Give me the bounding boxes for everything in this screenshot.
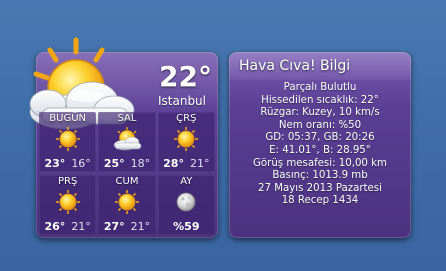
gregorian-date-text: 27 Mayıs 2013 Pazartesi <box>258 182 382 194</box>
forecast-low: 21° <box>71 220 91 233</box>
forecast-high: 23° <box>44 157 66 170</box>
coordinates-text: E: 41.01°, B: 28.95° <box>269 144 371 156</box>
forecast-grid: BUGÜN 23° 16° SAL 25° 18° ÇRŞ 28° 21° PR… <box>39 112 215 235</box>
moon-value: %59 <box>173 220 200 233</box>
moon-icon <box>173 189 199 219</box>
moon-illumination: %59 <box>158 220 215 233</box>
sun-icon <box>55 126 81 156</box>
forecast-high: 25° <box>103 157 125 170</box>
sunrise-sunset-text: GD: 05:37, GB: 20:26 <box>265 132 375 144</box>
forecast-temps: 28° 21° <box>158 157 215 170</box>
forecast-high: 27° <box>103 220 125 233</box>
hijri-date-text: 18 Recep 1434 <box>281 195 359 207</box>
humidity-text: Nem oranı: %50 <box>278 119 362 131</box>
sun-icon <box>55 189 81 219</box>
sun-icon <box>173 126 199 156</box>
city-name: Istanbul <box>157 94 206 108</box>
feels-like-text: Hissedilen sıcaklık: 22° <box>261 94 379 106</box>
wind-text: Rüzgar: Kuzey, 10 km/s <box>260 107 380 119</box>
forecast-day: ÇRŞ 28° 21° <box>157 112 215 172</box>
forecast-day-label: SAL <box>117 113 137 124</box>
info-title: Hava Cıva! Bilgi <box>239 58 351 74</box>
condition-text: Parçalı Bulutlu <box>283 82 357 93</box>
forecast-temps: 26° 21° <box>39 220 96 233</box>
forecast-day-label: PRŞ <box>58 176 78 187</box>
visibility-text: Görüş mesafesi: 10,00 km <box>253 157 387 169</box>
current-temperature: 22° <box>159 60 212 93</box>
forecast-day: PRŞ 26° 21° <box>39 175 97 235</box>
moon-label: AY <box>180 176 193 187</box>
moon-phase: AY %59 <box>157 175 215 235</box>
forecast-low: 21° <box>189 157 210 170</box>
forecast-high: 26° <box>44 220 66 233</box>
forecast-low: 16° <box>71 157 91 170</box>
forecast-low: 21° <box>130 220 151 233</box>
sun-behind-cloud-icon <box>110 126 144 156</box>
forecast-day: CUM 27° 21° <box>98 175 156 235</box>
forecast-high: 28° <box>163 157 184 170</box>
forecast-temps: 23° 16° <box>39 157 96 170</box>
forecast-temps: 27° 21° <box>98 220 155 233</box>
pressure-text: Basınç: 1013.9 mb <box>272 170 368 182</box>
weather-widget[interactable]: 22° Istanbul BUGÜN 23° 16° SAL 25° 18° Ç… <box>29 37 218 238</box>
info-widget[interactable]: Hava Cıva! Bilgi Parçalı Bulutlu Hissedi… <box>229 52 411 238</box>
info-lines: Parçalı Bulutlu Hissedilen sıcaklık: 22°… <box>229 82 411 208</box>
forecast-day-label: CUM <box>115 176 139 187</box>
forecast-day-label: BUGÜN <box>49 113 87 124</box>
forecast-day: BUGÜN 23° 16° <box>39 112 97 172</box>
desktop: { "weather_widget": { "current_temp": "2… <box>0 0 446 271</box>
sun-icon <box>114 189 140 219</box>
forecast-temps: 25° 18° <box>98 157 155 170</box>
forecast-low: 18° <box>130 157 151 170</box>
forecast-day-label: ÇRŞ <box>176 113 197 124</box>
forecast-day: SAL 25° 18° <box>98 112 156 172</box>
